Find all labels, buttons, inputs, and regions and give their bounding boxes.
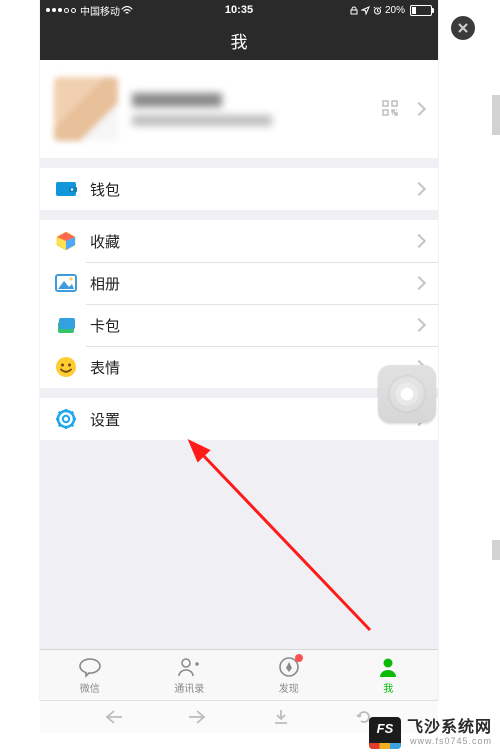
side-scroll-hint: [492, 540, 500, 560]
album-icon: [54, 271, 78, 295]
chat-icon: [77, 655, 103, 679]
tab-contacts[interactable]: 通讯录: [140, 650, 240, 700]
download-icon[interactable]: [271, 707, 291, 727]
watermark: FS 飞沙系统网 www.fs0745.com: [369, 717, 492, 749]
wallet-icon: [54, 177, 78, 201]
cell-favorites[interactable]: 收藏: [40, 220, 438, 262]
watermark-title: 飞沙系统网: [407, 720, 492, 737]
tabbar: 微信 通讯录 发现 我: [40, 649, 438, 700]
watermark-url: www.fs0745.com: [407, 737, 492, 746]
phone-frame: 中国移动 10:35 20% 我: [40, 0, 438, 700]
profile-name-area: [132, 93, 272, 126]
navbar: 我: [40, 20, 438, 60]
favorites-icon: [54, 229, 78, 253]
cell-label: 卡包: [90, 315, 414, 336]
assistive-touch[interactable]: [378, 365, 436, 423]
cards-icon: [54, 313, 78, 337]
tab-label: 通讯录: [174, 680, 204, 695]
me-icon: [376, 655, 400, 679]
watermark-logo-text: FS: [369, 721, 401, 736]
qr-icon[interactable]: [382, 100, 398, 116]
avatar: [54, 77, 118, 141]
cell-label: 钱包: [90, 179, 414, 200]
nav-title: 我: [231, 28, 248, 53]
cell-wallet[interactable]: 钱包: [40, 168, 438, 210]
badge-dot: [295, 654, 303, 662]
settings-icon: [54, 407, 78, 431]
chevron-right-icon: [412, 182, 426, 196]
tab-me[interactable]: 我: [339, 650, 439, 700]
cell-album[interactable]: 相册: [40, 262, 438, 304]
close-button[interactable]: [451, 16, 475, 40]
forward-icon[interactable]: [187, 707, 207, 727]
status-time: 10:35: [40, 4, 438, 16]
status-bar: 中国移动 10:35 20%: [40, 0, 438, 20]
cell-label: 表情: [90, 357, 414, 378]
back-icon[interactable]: [104, 707, 124, 727]
profile-cell[interactable]: [40, 60, 438, 158]
cell-cards[interactable]: 卡包: [40, 304, 438, 346]
chevron-right-icon: [412, 102, 426, 116]
tab-label: 我: [383, 680, 393, 695]
tab-discover[interactable]: 发现: [239, 650, 339, 700]
tab-label: 发现: [279, 680, 299, 695]
discover-icon: [277, 655, 301, 679]
battery-icon: [410, 5, 432, 16]
chevron-right-icon: [412, 318, 426, 332]
cell-label: 设置: [90, 409, 414, 430]
watermark-logo: FS: [369, 717, 401, 749]
chevron-right-icon: [412, 234, 426, 248]
contacts-icon: [176, 655, 202, 679]
tab-label: 微信: [80, 680, 100, 695]
cell-label: 收藏: [90, 231, 414, 252]
cell-label: 相册: [90, 273, 414, 294]
tab-chats[interactable]: 微信: [40, 650, 140, 700]
chevron-right-icon: [412, 276, 426, 290]
side-scroll-hint: [492, 95, 500, 135]
emoji-icon: [54, 355, 78, 379]
